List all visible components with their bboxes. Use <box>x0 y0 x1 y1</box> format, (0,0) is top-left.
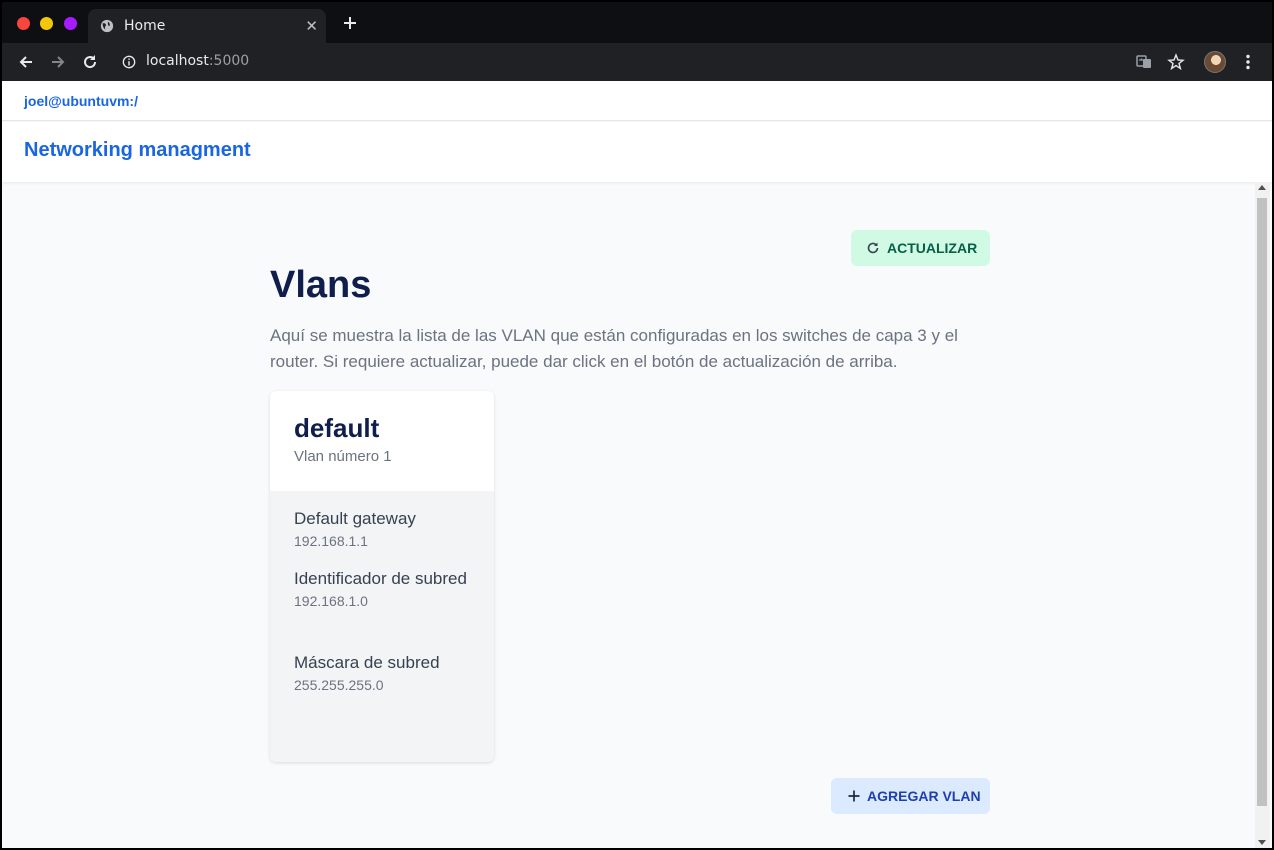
refresh-button[interactable]: ACTUALIZAR <box>851 230 990 266</box>
scroll-down-icon[interactable] <box>1258 840 1266 845</box>
field-label: Default gateway <box>294 509 416 528</box>
window-close-button[interactable] <box>17 17 30 30</box>
brand-title[interactable]: Networking managment <box>24 139 251 162</box>
scroll-up-icon[interactable] <box>1258 185 1266 190</box>
page-title: Vlans <box>270 264 372 306</box>
vlan-card[interactable]: default Vlan número 1 Default gateway 19… <box>270 391 494 762</box>
refresh-icon <box>867 242 879 254</box>
vlan-name: default <box>294 413 380 443</box>
add-vlan-button[interactable]: AGREGAR VLAN <box>831 778 990 814</box>
add-vlan-label: AGREGAR VLAN <box>867 788 981 804</box>
vlan-field-subnet-id: Identificador de subred 192.168.1.0 <box>294 567 474 611</box>
address-bar[interactable]: localhost:5000 <box>146 53 249 69</box>
page-scrollbar[interactable] <box>1255 182 1270 848</box>
field-label: Máscara de subred <box>294 653 440 672</box>
tab-bar: Home ✕ <box>2 2 1272 43</box>
vlan-field-gateway: Default gateway 192.168.1.1 <box>294 507 474 551</box>
translate-icon[interactable] <box>1134 52 1154 72</box>
vlan-number: Vlan número 1 <box>294 448 392 465</box>
current-path: joel@ubuntuvm:/ <box>24 93 138 109</box>
refresh-label: ACTUALIZAR <box>887 240 978 256</box>
vlan-card-header: default Vlan número 1 <box>270 391 494 491</box>
app-header: Networking managment <box>2 122 1272 182</box>
vlan-field-subnet-mask: Máscara de subred 255.255.255.0 <box>294 651 474 695</box>
browser-toolbar: localhost:5000 <box>2 43 1272 81</box>
info-icon[interactable] <box>122 55 136 69</box>
tab-home[interactable]: Home ✕ <box>88 9 326 43</box>
url-host: localhost <box>146 53 209 69</box>
back-icon[interactable] <box>16 52 36 72</box>
window-minimize-button[interactable] <box>40 17 53 30</box>
browser-window: Home ✕ localhost:5000 joel@ubuntuvm:/ Ne… <box>2 2 1272 848</box>
page: joel@ubuntuvm:/ Networking managment ACT… <box>2 81 1272 848</box>
scroll-thumb[interactable] <box>1257 198 1267 806</box>
plus-icon <box>848 790 860 802</box>
tab-title: Home <box>124 18 166 34</box>
reload-icon[interactable] <box>80 52 100 72</box>
new-tab-icon[interactable] <box>340 13 360 33</box>
forward-icon[interactable] <box>48 52 68 72</box>
tab-close-icon[interactable]: ✕ <box>305 18 318 34</box>
page-description: Aquí se muestra la lista de las VLAN que… <box>270 326 958 371</box>
menu-dots-icon[interactable] <box>1238 52 1258 72</box>
field-value: 192.168.1.1 <box>294 533 368 549</box>
field-label: Identificador de subred <box>294 569 467 588</box>
profile-avatar[interactable] <box>1204 51 1226 73</box>
globe-icon <box>100 19 114 33</box>
field-value: 255.255.255.0 <box>294 677 384 693</box>
window-maximize-button[interactable] <box>64 17 77 30</box>
bookmark-star-icon[interactable] <box>1166 52 1186 72</box>
field-value: 192.168.1.0 <box>294 593 368 609</box>
path-bar: joel@ubuntuvm:/ <box>2 81 1272 121</box>
url-port: :5000 <box>208 53 250 69</box>
